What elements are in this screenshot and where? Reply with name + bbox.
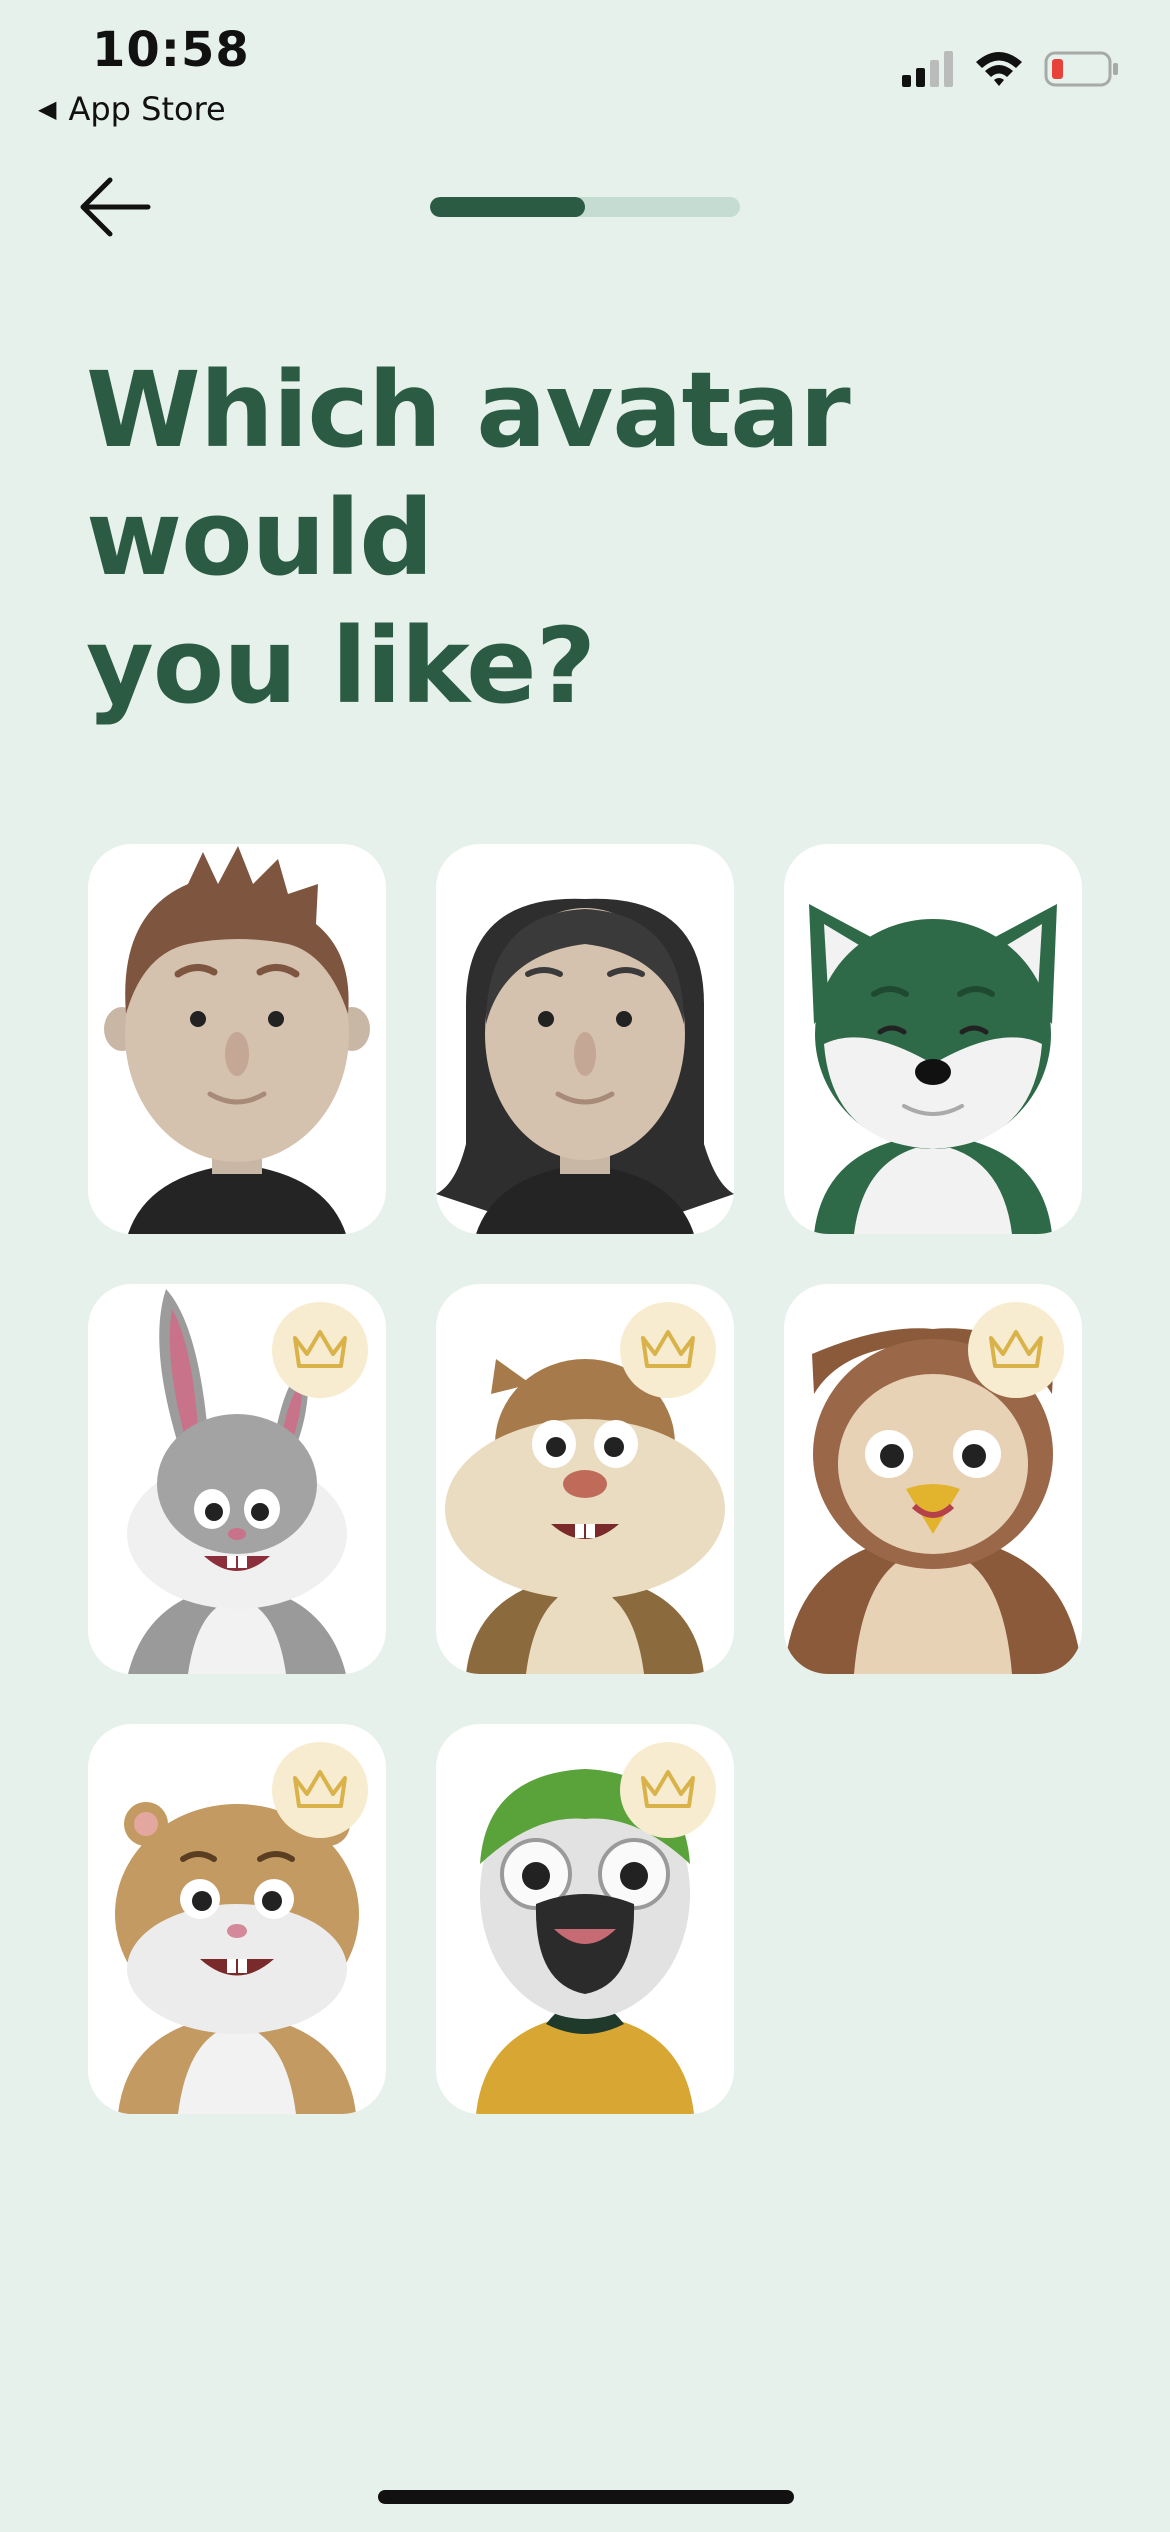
avatar-grid: [88, 844, 1082, 2114]
home-indicator[interactable]: [378, 2490, 794, 2504]
crown-icon: [293, 1770, 347, 1808]
back-triangle-icon: ◀: [38, 95, 57, 123]
page-title-line1: Which avatar would: [86, 349, 851, 599]
page-title-line2: you like?: [86, 605, 596, 727]
cellular-signal-icon: [902, 51, 953, 87]
avatar-card-hamster[interactable]: [88, 1724, 386, 2114]
boy-avatar-image: [104, 846, 370, 1234]
arrow-left-icon[interactable]: [76, 172, 154, 242]
premium-badge: [968, 1302, 1064, 1398]
page-title: Which avatar would you like?: [86, 346, 1096, 730]
progress-fill: [430, 197, 585, 217]
avatar-card-parrot[interactable]: [436, 1724, 734, 2114]
onboarding-progress-bar: [430, 197, 740, 217]
status-icons: [902, 50, 1120, 88]
crown-icon: [293, 1330, 347, 1368]
girl-avatar-image: [436, 898, 734, 1234]
crown-icon: [989, 1330, 1043, 1368]
crown-icon: [641, 1770, 695, 1808]
premium-badge: [272, 1302, 368, 1398]
premium-badge: [620, 1302, 716, 1398]
fox-avatar-image: [809, 904, 1057, 1234]
premium-badge: [272, 1742, 368, 1838]
back-to-app-store[interactable]: ◀ App Store: [38, 90, 226, 128]
wifi-icon: [976, 52, 1022, 86]
premium-badge: [620, 1742, 716, 1838]
avatar-card-rabbit[interactable]: [88, 1284, 386, 1674]
avatar-card-chipmunk[interactable]: [436, 1284, 734, 1674]
avatar-card-fox[interactable]: [784, 844, 1082, 1234]
avatar-selection-screen: 10:58 ◀ App Store Which avatar would you…: [0, 0, 1170, 2532]
status-time: 10:58: [92, 22, 250, 78]
crown-icon: [641, 1330, 695, 1368]
avatar-card-girl[interactable]: [436, 844, 734, 1234]
avatar-card-boy[interactable]: [88, 844, 386, 1234]
battery-low-icon: [1044, 51, 1118, 87]
back-app-label: App Store: [68, 90, 226, 128]
avatar-card-owl[interactable]: [784, 1284, 1082, 1674]
